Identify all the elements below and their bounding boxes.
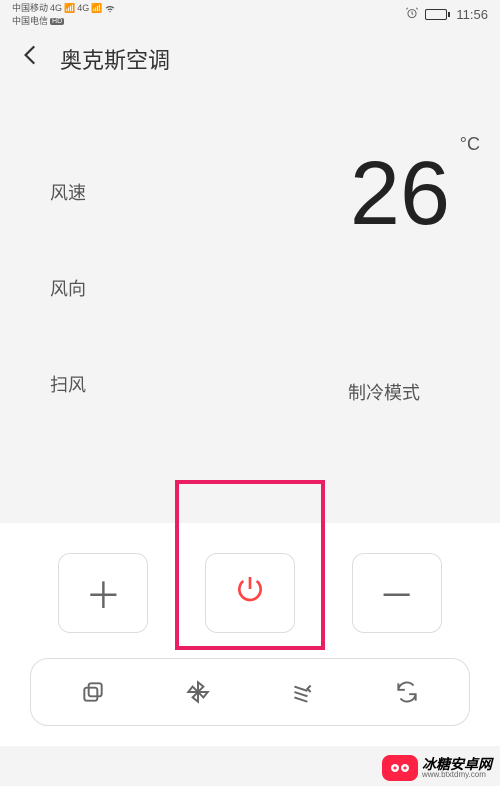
signal-bars-icon-1: 📶: [64, 4, 75, 14]
swing-button[interactable]: [287, 677, 317, 707]
back-arrow-icon[interactable]: [18, 42, 44, 75]
temp-plus-button[interactable]: ＋: [58, 553, 148, 633]
fan-button[interactable]: [183, 677, 213, 707]
status-carriers: 中国移动 4G 📶 4G 📶 中国电信 HD: [12, 2, 116, 27]
page-title: 奥克斯空调: [60, 43, 170, 75]
carrier-1: 中国移动: [12, 4, 48, 14]
wifi-icon: [104, 2, 116, 17]
mode-icon-bar: [30, 658, 470, 726]
fan-direction-button[interactable]: 风向: [50, 275, 86, 301]
main-panel: 风速 风向 扫风 26 °C 制冷模式: [0, 89, 500, 445]
sleep-button[interactable]: [392, 677, 422, 707]
cycle-icon: [394, 679, 420, 705]
bottom-controls: ＋ －: [0, 523, 500, 746]
mode-button[interactable]: [78, 677, 108, 707]
left-controls: 风速 风向 扫风: [50, 179, 86, 405]
signal-4g-1: 4G: [50, 4, 62, 14]
pinwheel-icon: [185, 679, 211, 705]
temperature-unit: °C: [460, 134, 480, 155]
watermark-logo-icon: [382, 755, 418, 781]
plus-icon: ＋: [85, 567, 121, 619]
watermark-brand: 冰糖安卓网: [422, 757, 492, 771]
power-button[interactable]: [205, 553, 295, 633]
status-right: 11:56: [405, 6, 488, 23]
app-header: 奥克斯空调: [0, 28, 500, 89]
swing-lines-icon: [289, 679, 315, 705]
mode-label: 制冷模式: [348, 379, 420, 405]
minus-icon: －: [379, 567, 415, 619]
status-bar: 中国移动 4G 📶 4G 📶 中国电信 HD 11:56: [0, 0, 500, 28]
fan-speed-button[interactable]: 风速: [50, 179, 86, 205]
power-icon: [234, 572, 266, 614]
hd-badge: HD: [50, 18, 64, 26]
temperature-value: 26: [350, 149, 450, 239]
carrier-2: 中国电信: [12, 17, 48, 27]
right-display: 26 °C 制冷模式: [348, 149, 470, 405]
battery-icon: [425, 9, 450, 20]
primary-button-row: ＋ －: [0, 553, 500, 633]
temp-minus-button[interactable]: －: [352, 553, 442, 633]
watermark: 冰糖安卓网 www.btxtdmy.com: [382, 755, 492, 781]
signal-bars-icon-2: 📶: [91, 4, 102, 14]
copy-squares-icon: [80, 679, 106, 705]
alarm-icon: [405, 6, 419, 23]
status-time: 11:56: [456, 7, 488, 22]
sweep-button[interactable]: 扫风: [50, 371, 86, 397]
temperature-display: 26 °C: [350, 149, 450, 239]
signal-4g-2: 4G: [77, 4, 89, 14]
watermark-url: www.btxtdmy.com: [422, 771, 492, 779]
